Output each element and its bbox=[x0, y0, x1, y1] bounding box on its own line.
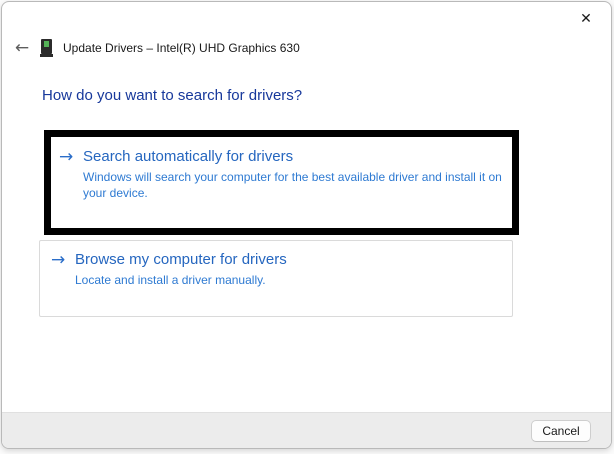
wizard-header: ← Update Drivers – Intel(R) UHD Graphics… bbox=[2, 32, 611, 64]
option-browse-computer[interactable]: → Browse my computer for drivers Locate … bbox=[39, 240, 513, 317]
update-drivers-wizard-window: ✕ ← Update Drivers – Intel(R) UHD Graphi… bbox=[1, 1, 612, 449]
window-title: Update Drivers – Intel(R) UHD Graphics 6… bbox=[63, 41, 300, 55]
option-title: Browse my computer for drivers bbox=[75, 251, 287, 268]
option-description: Locate and install a driver manually. bbox=[75, 273, 266, 287]
highlight-box: → Search automatically for drivers Windo… bbox=[44, 130, 519, 235]
page-title: How do you want to search for drivers? bbox=[42, 87, 303, 104]
forward-arrow-icon: → bbox=[51, 250, 66, 270]
option-title: Search automatically for drivers bbox=[83, 148, 294, 165]
option-search-automatically[interactable]: → Search automatically for drivers Windo… bbox=[51, 137, 512, 228]
footer-bar: Cancel bbox=[2, 412, 611, 448]
forward-arrow-icon: → bbox=[59, 147, 74, 167]
display-adapter-icon bbox=[40, 38, 54, 58]
option-description: Windows will search your computer for th… bbox=[83, 170, 502, 200]
cancel-button[interactable]: Cancel bbox=[531, 420, 591, 442]
back-arrow-icon[interactable]: ← bbox=[8, 34, 36, 62]
close-icon[interactable]: ✕ bbox=[565, 4, 607, 34]
